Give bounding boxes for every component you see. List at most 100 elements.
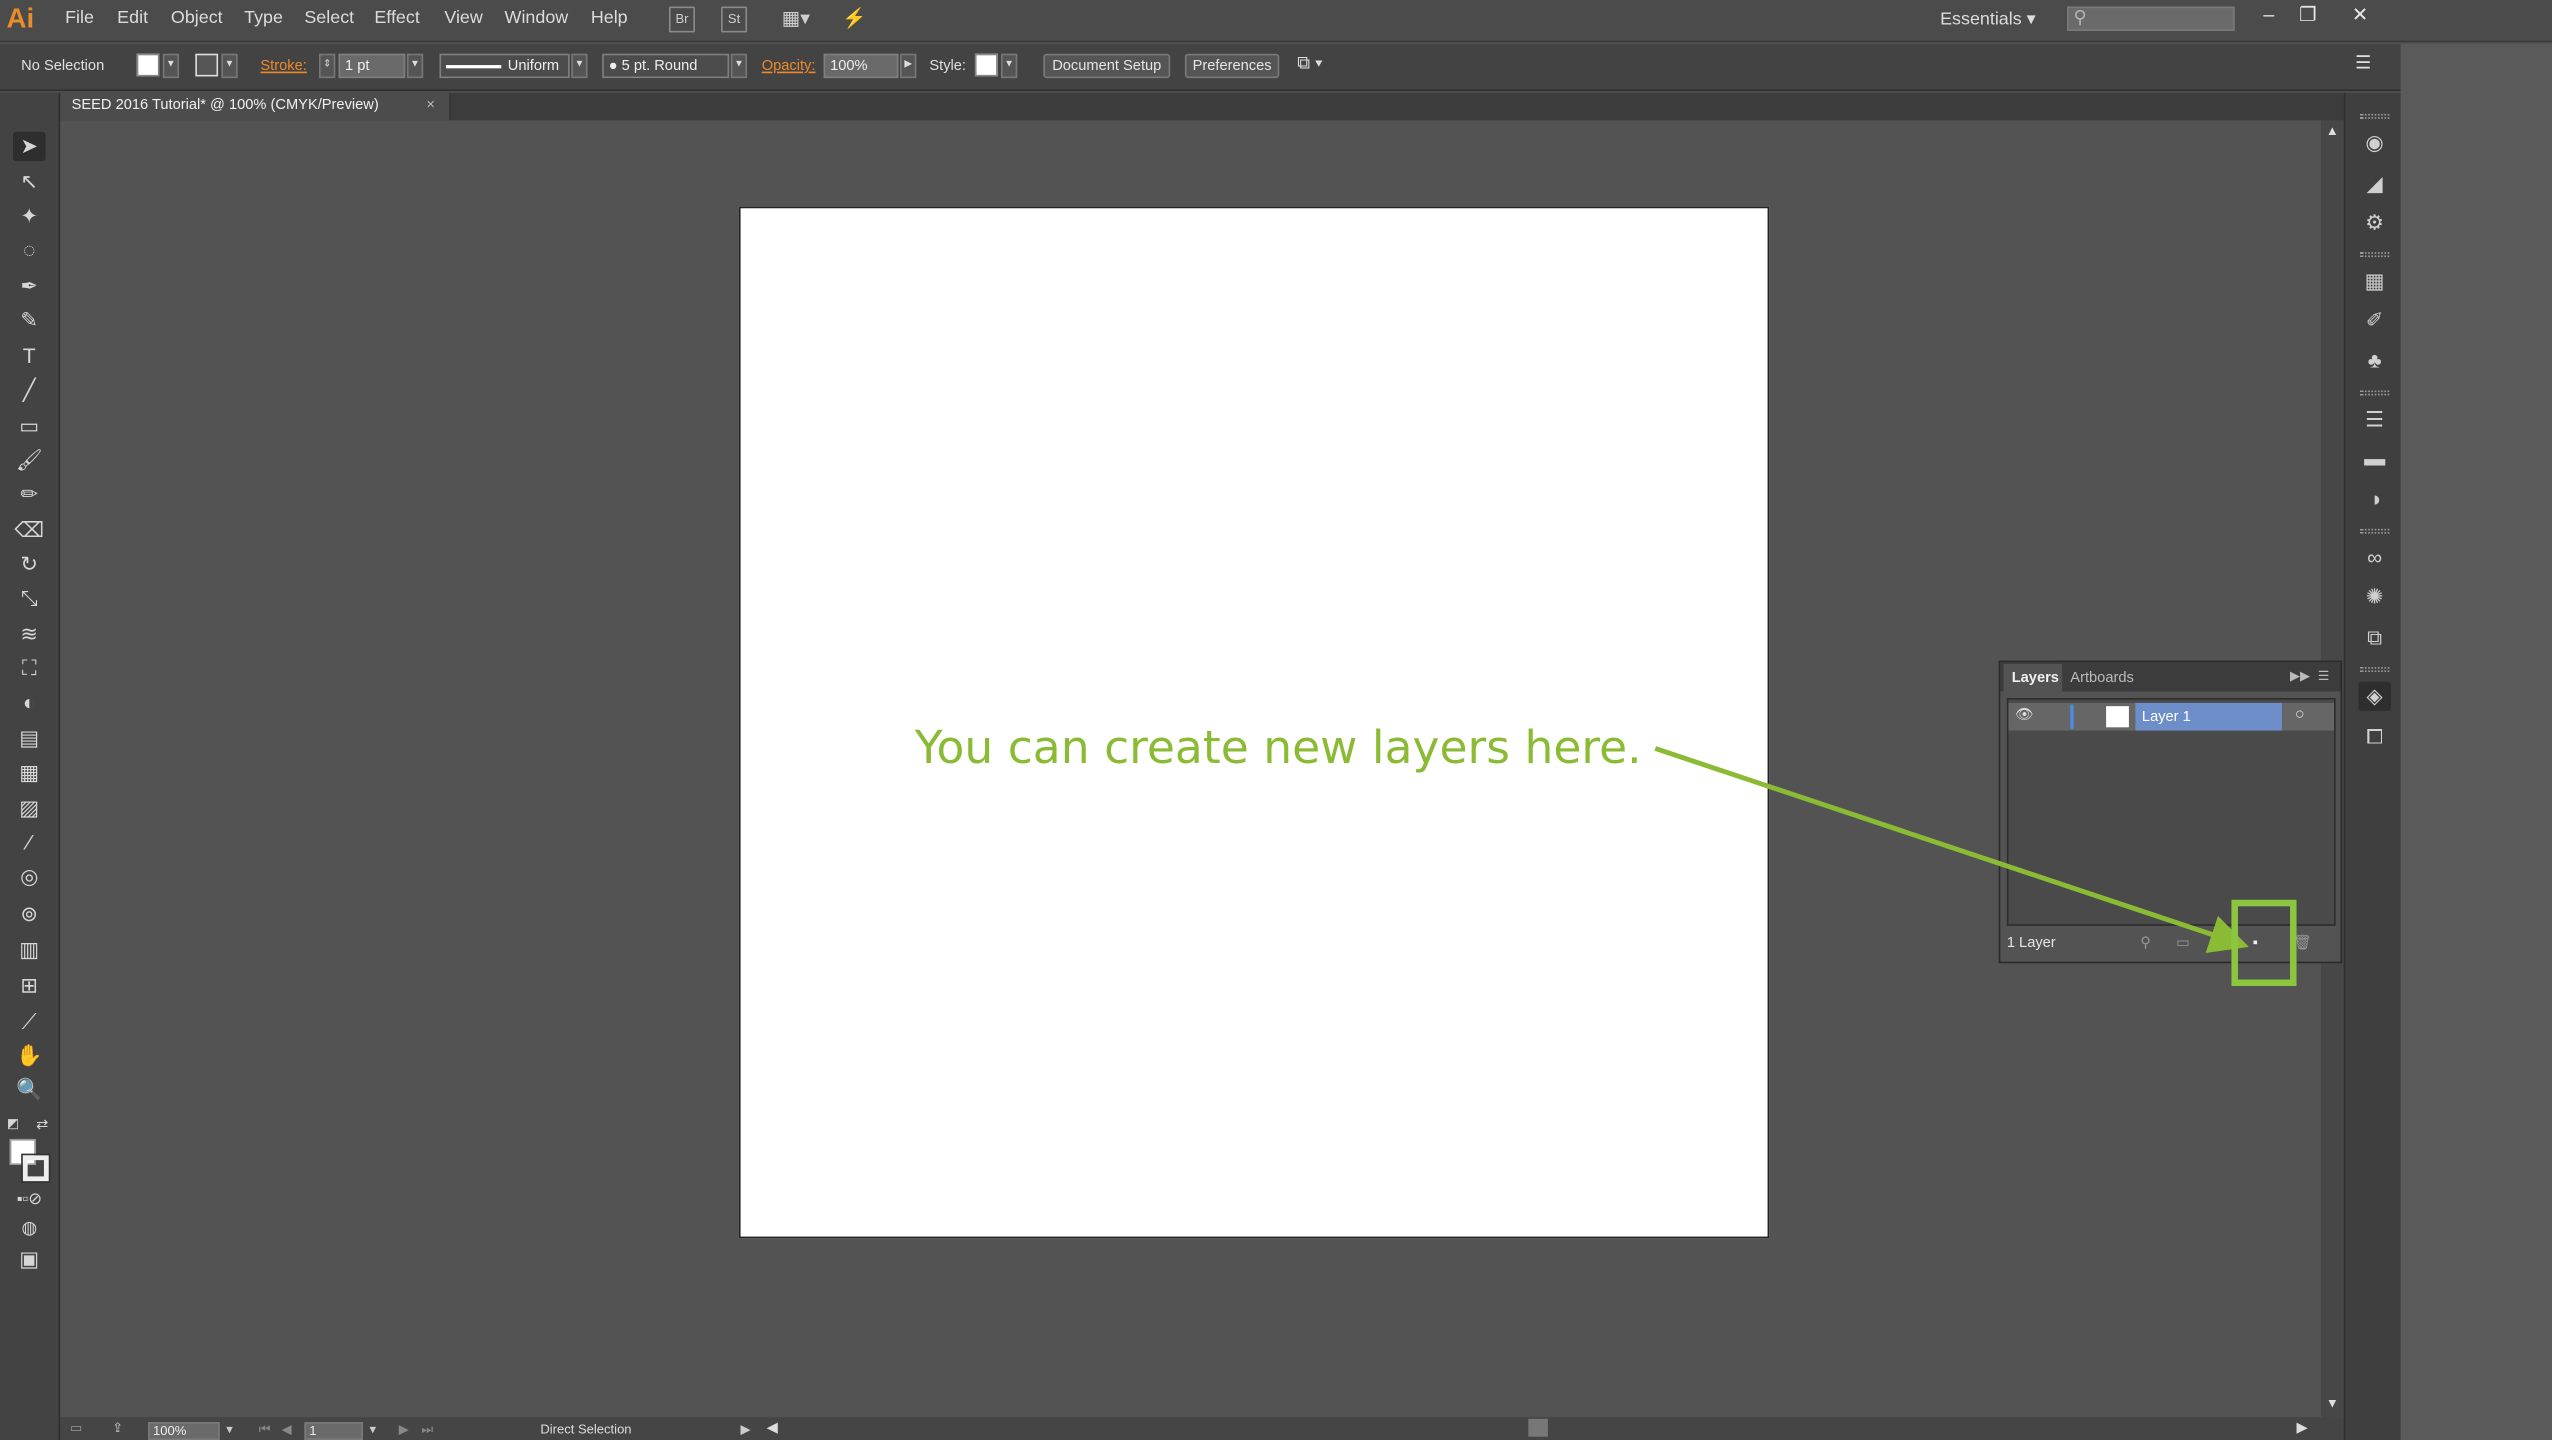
locate-object-icon[interactable]: ⚲ xyxy=(2140,934,2151,952)
swap-fill-stroke-icon[interactable]: ⇄ xyxy=(33,1110,53,1139)
rotate-tool-icon[interactable]: ↻ xyxy=(13,550,46,579)
symbol-sprayer-tool-icon[interactable]: ⊚ xyxy=(13,900,46,929)
restore-button[interactable]: ❐ xyxy=(2285,0,2331,33)
opacity-dropdown[interactable]: ▶ xyxy=(900,53,917,79)
layer-row[interactable]: 👁 Layer 1 ○ xyxy=(2008,702,2334,731)
perspective-grid-tool-icon[interactable]: ▤ xyxy=(13,724,46,753)
selection-tool-icon[interactable]: ➤ xyxy=(13,131,46,162)
dock-grip[interactable] xyxy=(2360,667,2390,672)
menu-window[interactable]: Window xyxy=(505,8,569,28)
color-guide-icon[interactable]: ◢ xyxy=(2358,169,2391,198)
panel-menu-icon[interactable]: ☰ xyxy=(2355,52,2371,74)
export-panel-icon[interactable]: ⧉ xyxy=(2358,623,2391,652)
slice-tool-icon[interactable]: ⟋ xyxy=(13,1007,46,1036)
artboard-dropdown-icon[interactable]: ▾ xyxy=(369,1422,376,1437)
pen-tool-icon[interactable]: ✒ xyxy=(13,272,46,301)
width-tool-icon[interactable]: ≋ xyxy=(13,620,46,649)
graphic-style-swatch[interactable] xyxy=(974,53,998,77)
shape-builder-tool-icon[interactable]: ◐ xyxy=(13,688,46,717)
share-icon[interactable]: ⇪ xyxy=(112,1420,123,1435)
menu-file[interactable]: File xyxy=(65,8,94,28)
scale-tool-icon[interactable]: ⤡ xyxy=(13,584,46,613)
panel-options-menu-icon[interactable]: ☰ xyxy=(2318,669,2330,684)
lasso-tool-icon[interactable]: ◌ xyxy=(13,236,46,265)
stroke-weight-stepper[interactable]: ⇕ xyxy=(319,53,336,79)
document-tab[interactable]: SEED 2016 Tutorial* @ 100% (CMYK/Preview… xyxy=(60,92,451,121)
scroll-down-icon[interactable]: ▼ xyxy=(2326,1396,2339,1411)
stroke-panel-icon[interactable]: ☰ xyxy=(2358,405,2391,434)
appearance-panel-icon[interactable]: ∞ xyxy=(2358,543,2391,572)
zoom-field[interactable]: 100% xyxy=(148,1422,220,1440)
arrange-documents-icon[interactable]: ▦▾ xyxy=(776,7,815,33)
dock-grip[interactable] xyxy=(2360,252,2390,258)
layer-target-icon[interactable]: ○ xyxy=(2295,706,2305,724)
scroll-up-icon[interactable]: ▲ xyxy=(2326,124,2339,139)
create-sublayer-icon[interactable]: ⊕ xyxy=(2212,934,2224,952)
mesh-tool-icon[interactable]: ▦ xyxy=(13,758,46,787)
next-artboard-icon[interactable]: ▶ xyxy=(399,1422,409,1437)
workspace-switcher[interactable]: Essentials ▾ xyxy=(1940,8,2036,30)
menu-effect[interactable]: Effect xyxy=(374,8,419,28)
gradient-tool-icon[interactable]: ▨ xyxy=(13,794,46,823)
graphic-style-dropdown[interactable]: ▼ xyxy=(1000,53,1018,79)
document-setup-button[interactable]: Document Setup xyxy=(1043,53,1171,79)
fill-swatch[interactable] xyxy=(136,53,160,77)
dock-grip[interactable] xyxy=(2360,390,2390,396)
collapse-panel-icon[interactable]: ▶▶ xyxy=(2290,669,2310,684)
stroke-color-box[interactable] xyxy=(21,1153,51,1183)
default-fill-stroke-icon[interactable]: ◩ xyxy=(3,1110,23,1139)
recolor-icon[interactable]: ⚙ xyxy=(2358,208,2391,237)
rectangle-tool-icon[interactable]: ▭ xyxy=(13,412,46,441)
preferences-button[interactable]: Preferences xyxy=(1184,53,1280,79)
pencil-tool-icon[interactable]: ✏ xyxy=(13,480,46,509)
previous-artboard-icon[interactable]: ◀ xyxy=(282,1422,292,1437)
stroke-weight-field[interactable]: 1 pt xyxy=(338,53,406,79)
brushes-panel-icon[interactable]: ✐ xyxy=(2358,306,2391,335)
last-artboard-icon[interactable]: ⏭ xyxy=(422,1422,434,1438)
graphic-styles-panel-icon[interactable]: ✺ xyxy=(2358,583,2391,612)
menu-object[interactable]: Object xyxy=(171,8,223,28)
transparency-panel-icon[interactable]: ◑ xyxy=(2358,485,2391,514)
make-clipping-mask-icon[interactable]: ▭ xyxy=(2176,934,2190,952)
screen-mode-icon[interactable]: ▣ xyxy=(13,1245,46,1274)
layer-name[interactable]: Layer 1 xyxy=(2135,702,2282,731)
swatches-panel-icon[interactable]: ▦ xyxy=(2358,267,2391,296)
variable-width-profile[interactable]: Uniform xyxy=(439,53,570,79)
scroll-right-icon[interactable]: ▶ xyxy=(2297,1419,2308,1437)
menu-help[interactable]: Help xyxy=(591,8,628,28)
free-transform-tool-icon[interactable]: ⛶ xyxy=(13,654,46,683)
fill-dropdown[interactable]: ▼ xyxy=(162,53,180,79)
status-menu-icon[interactable]: ▶ xyxy=(741,1422,751,1437)
dock-grip[interactable] xyxy=(2360,113,2390,119)
bridge-button[interactable]: Br xyxy=(668,6,695,33)
stroke-swatch[interactable] xyxy=(195,53,219,77)
gpu-performance-icon[interactable]: ⚡ xyxy=(838,7,871,33)
brush-definition[interactable]: ● 5 pt. Round xyxy=(602,53,730,79)
direct-selection-tool-icon[interactable]: ↖ xyxy=(13,168,46,197)
layers-panel-icon[interactable]: ◈ xyxy=(2358,681,2391,712)
layers-list[interactable]: 👁 Layer 1 ○ xyxy=(2006,698,2336,926)
stroke-label[interactable]: Stroke: xyxy=(260,57,306,73)
eraser-tool-icon[interactable]: ⌫ xyxy=(13,516,46,545)
color-mode-icons[interactable]: ▪▫⊘ xyxy=(13,1186,46,1215)
curvature-tool-icon[interactable]: ✎ xyxy=(13,306,46,335)
blend-tool-icon[interactable]: ◎ xyxy=(13,862,46,891)
stock-button[interactable]: St xyxy=(721,6,748,33)
stroke-dropdown[interactable]: ▼ xyxy=(221,53,238,79)
menu-view[interactable]: View xyxy=(444,8,483,28)
artboard-number-field[interactable]: 1 xyxy=(304,1422,363,1440)
color-panel-icon[interactable]: ◉ xyxy=(2358,129,2391,158)
magic-wand-tool-icon[interactable]: ✦ xyxy=(13,202,46,231)
eyedropper-tool-icon[interactable]: ⁄ xyxy=(13,828,46,857)
zoom-dropdown-icon[interactable]: ▾ xyxy=(226,1422,233,1437)
align-options-icon[interactable]: ⧉ ▾ xyxy=(1297,54,1322,75)
column-graph-tool-icon[interactable]: ▥ xyxy=(13,936,46,965)
hand-tool-icon[interactable]: ✋ xyxy=(13,1041,46,1070)
paintbrush-tool-icon[interactable]: 🖌 xyxy=(13,446,46,475)
stroke-weight-dropdown[interactable]: ▼ xyxy=(406,53,424,79)
stroke-profile-dropdown[interactable]: ▼ xyxy=(571,53,588,79)
artboard-tool-icon[interactable]: ⊞ xyxy=(13,971,46,1000)
artboards-panel-icon[interactable]: ⧠ xyxy=(2358,722,2391,751)
opacity-field[interactable]: 100% xyxy=(823,53,899,79)
line-segment-tool-icon[interactable]: ╱ xyxy=(13,376,46,405)
